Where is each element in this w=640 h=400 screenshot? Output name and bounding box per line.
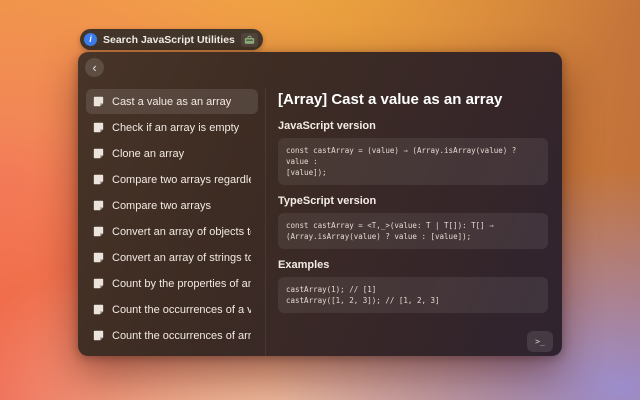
terminal-prompt-icon: >_: [535, 337, 545, 346]
list-item-label: Compare two arrays regardless...: [112, 174, 251, 186]
list-item[interactable]: Convert an array of strings to n...: [86, 245, 258, 270]
detail-section: TypeScript version const castArray = <T,…: [278, 195, 548, 249]
list-item-label: Create an array of cumulative...: [112, 356, 251, 357]
detail-sections: JavaScript version const castArray = (va…: [278, 120, 548, 313]
code-block: const castArray = (value) ⇒ (Array.isArr…: [278, 138, 548, 185]
list-item[interactable]: Count the occurrences of a val...: [86, 297, 258, 322]
list-item[interactable]: Compare two arrays: [86, 193, 258, 218]
list-item-label: Clone an array: [112, 148, 184, 160]
list-item[interactable]: Convert an array of objects to a...: [86, 219, 258, 244]
section-heading: Examples: [278, 259, 548, 271]
back-button[interactable]: ‹: [85, 58, 104, 77]
document-icon: [93, 252, 104, 263]
document-icon: [93, 96, 104, 107]
list-item-label: Count the occurrences of array...: [112, 330, 251, 342]
document-icon: [93, 200, 104, 211]
section-heading: TypeScript version: [278, 195, 548, 207]
section-heading: JavaScript version: [278, 120, 548, 132]
utility-list[interactable]: Cast a value as an array Check if an arr…: [78, 88, 265, 356]
list-item[interactable]: Compare two arrays regardless...: [86, 167, 258, 192]
document-icon: [93, 122, 104, 133]
document-icon: [93, 278, 104, 289]
list-item-label: Count the occurrences of a val...: [112, 304, 251, 316]
detail-pane: [Array] Cast a value as an array JavaScr…: [266, 88, 562, 356]
desktop-background: { "tooltip": { "label": "Search JavaScri…: [0, 0, 640, 400]
detail-section: JavaScript version const castArray = (va…: [278, 120, 548, 185]
list-item-label: Count by the properties of an a...: [112, 278, 251, 290]
app-window: ‹ Cast a value as an array Check if an a…: [78, 52, 562, 356]
window-header: ‹: [78, 52, 562, 88]
window-body: Cast a value as an array Check if an arr…: [78, 88, 562, 356]
list-item-label: Cast a value as an array: [112, 96, 231, 108]
command-tooltip: i Search JavaScript Utilities: [80, 29, 263, 50]
list-item-label: Compare two arrays: [112, 200, 211, 212]
document-icon: [93, 304, 104, 315]
list-item[interactable]: Create an array of cumulative...: [86, 349, 258, 356]
list-item[interactable]: Clone an array: [86, 141, 258, 166]
briefcase-icon: [241, 33, 258, 47]
detail-section: Examples castArray(1); // [1] castArray(…: [278, 259, 548, 313]
terminal-button[interactable]: >_: [527, 331, 553, 352]
document-icon: [93, 226, 104, 237]
list-item[interactable]: Check if an array is empty: [86, 115, 258, 140]
list-item-label: Convert an array of strings to n...: [112, 252, 251, 264]
list-item[interactable]: Cast a value as an array: [86, 89, 258, 114]
document-icon: [93, 330, 104, 341]
detail-title: [Array] Cast a value as an array: [278, 90, 548, 110]
list-item-label: Check if an array is empty: [112, 122, 239, 134]
code-block: castArray(1); // [1] castArray([1, 2, 3]…: [278, 277, 548, 313]
command-tooltip-label: Search JavaScript Utilities: [103, 34, 235, 46]
code-block: const castArray = <T,_>(value: T | T[]):…: [278, 213, 548, 249]
list-item[interactable]: Count by the properties of an a...: [86, 271, 258, 296]
document-icon: [93, 174, 104, 185]
list-item-label: Convert an array of objects to a...: [112, 226, 251, 238]
document-icon: [93, 148, 104, 159]
list-item[interactable]: Count the occurrences of array...: [86, 323, 258, 348]
info-icon: i: [84, 33, 97, 46]
